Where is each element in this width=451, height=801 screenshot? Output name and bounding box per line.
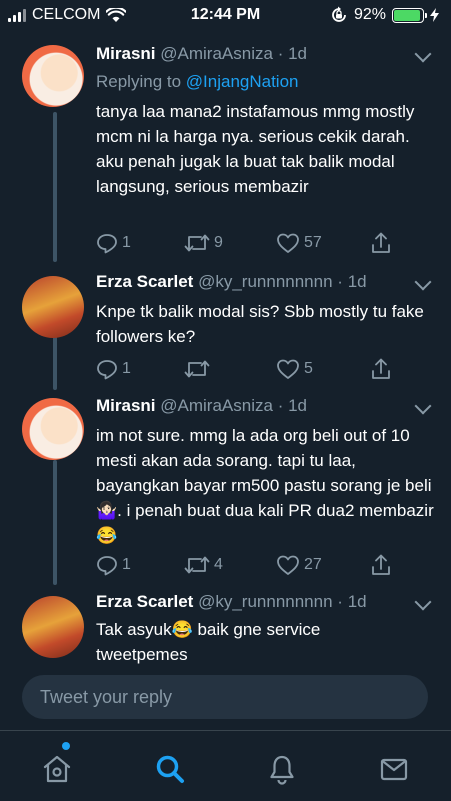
retweet-count: 4 bbox=[214, 556, 223, 573]
thread-line bbox=[53, 112, 57, 262]
home-icon bbox=[43, 755, 71, 783]
home-notification-dot bbox=[62, 742, 70, 750]
separator: · bbox=[277, 396, 284, 415]
avatar[interactable] bbox=[22, 398, 84, 460]
like-count: 57 bbox=[304, 234, 322, 251]
display-name[interactable]: Erza Scarlet bbox=[96, 592, 193, 611]
thread-line bbox=[53, 330, 57, 390]
replying-prefix: Replying to bbox=[96, 72, 186, 91]
retweet-button[interactable]: 9 bbox=[184, 232, 223, 254]
heart-icon bbox=[277, 233, 299, 253]
reply-count: 1 bbox=[122, 234, 131, 251]
chevron-down-icon[interactable] bbox=[414, 593, 432, 611]
timestamp: 1d bbox=[288, 396, 308, 415]
timestamp: 1d bbox=[347, 592, 367, 611]
tab-messages[interactable] bbox=[374, 749, 414, 789]
like-button[interactable]: 57 bbox=[276, 232, 322, 254]
timestamp: 1d bbox=[347, 272, 367, 291]
like-count: 27 bbox=[304, 556, 322, 573]
reply-button[interactable]: 1 bbox=[96, 232, 131, 254]
reply-count: 1 bbox=[122, 360, 131, 377]
tweet-header: Erza Scarlet @ky_runnnnnnnn · 1d bbox=[96, 272, 367, 292]
separator: · bbox=[337, 272, 343, 291]
separator: · bbox=[337, 592, 343, 611]
share-button[interactable] bbox=[370, 554, 392, 576]
battery-percent: 92% bbox=[353, 6, 386, 23]
tweet-text: im not sure. mmg la ada org beli out of … bbox=[96, 426, 434, 545]
reply-input[interactable] bbox=[22, 675, 428, 719]
battery-icon bbox=[392, 7, 427, 23]
tweet-text: Tak asyuk😂 baik gne service tweetpemes bbox=[96, 620, 321, 664]
tab-notifications[interactable] bbox=[262, 749, 302, 789]
retweet-icon bbox=[184, 556, 210, 574]
display-name[interactable]: Erza Scarlet bbox=[96, 272, 193, 291]
chevron-down-icon[interactable] bbox=[414, 397, 432, 415]
reply-composer[interactable] bbox=[22, 675, 428, 719]
bell-icon bbox=[270, 755, 294, 785]
avatar[interactable] bbox=[22, 45, 84, 107]
status-right: 92% bbox=[330, 6, 439, 24]
like-count: 5 bbox=[304, 360, 313, 377]
search-icon bbox=[156, 755, 184, 783]
retweet-button[interactable] bbox=[184, 358, 214, 380]
retweet-icon bbox=[184, 360, 210, 378]
status-bar: CELCOM 12:44 PM 92% bbox=[0, 0, 451, 32]
tweet-actions: 1 5 bbox=[96, 358, 396, 382]
separator: · bbox=[277, 44, 284, 63]
like-button[interactable]: 5 bbox=[276, 358, 313, 380]
reply-icon bbox=[97, 360, 117, 380]
display-name[interactable]: Mirasni bbox=[96, 44, 156, 63]
reply-icon bbox=[97, 234, 117, 254]
user-handle: @ky_runnnnnnnn bbox=[198, 592, 333, 611]
tab-search[interactable] bbox=[150, 749, 190, 789]
share-icon bbox=[372, 358, 390, 379]
share-button[interactable] bbox=[370, 232, 392, 254]
user-handle: @ky_runnnnnnnn bbox=[198, 272, 333, 291]
user-handle: @AmiraAsniza bbox=[160, 44, 273, 63]
charging-bolt-icon bbox=[430, 8, 439, 22]
tweet-text: tanya laa mana2 instafamous mmg mostly m… bbox=[96, 102, 415, 196]
tweet-header: Mirasni @AmiraAsniza · 1d bbox=[96, 396, 307, 416]
tweet-header: Erza Scarlet @ky_runnnnnnnn · 1d bbox=[96, 592, 367, 612]
like-button[interactable]: 27 bbox=[276, 554, 322, 576]
share-button[interactable] bbox=[370, 358, 392, 380]
avatar[interactable] bbox=[22, 276, 84, 338]
thread-line bbox=[53, 460, 57, 585]
heart-icon bbox=[277, 555, 299, 575]
reply-count: 1 bbox=[122, 556, 131, 573]
replying-to: Replying to @InjangNation bbox=[96, 72, 299, 92]
display-name[interactable]: Mirasni bbox=[96, 396, 156, 415]
reply-mention-link[interactable]: @InjangNation bbox=[186, 72, 299, 91]
reply-icon bbox=[97, 556, 117, 576]
retweet-count: 9 bbox=[214, 234, 223, 251]
tweet-header: Mirasni @AmiraAsniza · 1d bbox=[96, 44, 307, 64]
tab-home[interactable] bbox=[37, 749, 77, 789]
retweet-button[interactable]: 4 bbox=[184, 554, 223, 576]
chevron-down-icon[interactable] bbox=[414, 273, 432, 291]
heart-icon bbox=[277, 359, 299, 379]
reply-button[interactable]: 1 bbox=[96, 554, 131, 576]
mail-icon bbox=[380, 758, 408, 781]
share-icon bbox=[372, 554, 390, 575]
reply-button[interactable]: 1 bbox=[96, 358, 131, 380]
avatar[interactable] bbox=[22, 596, 84, 658]
share-icon bbox=[372, 232, 390, 253]
tweet-text: Knpe tk balik modal sis? Sbb mostly tu f… bbox=[96, 302, 424, 346]
retweet-icon bbox=[184, 234, 210, 252]
user-handle: @AmiraAsniza bbox=[160, 396, 273, 415]
chevron-down-icon[interactable] bbox=[414, 45, 432, 63]
timestamp: 1d bbox=[288, 44, 308, 63]
tab-bar bbox=[0, 730, 451, 801]
rotation-lock-icon bbox=[332, 6, 346, 22]
tweet-actions: 1 4 27 bbox=[96, 554, 396, 578]
tweet-actions: 1 9 57 bbox=[96, 232, 396, 256]
